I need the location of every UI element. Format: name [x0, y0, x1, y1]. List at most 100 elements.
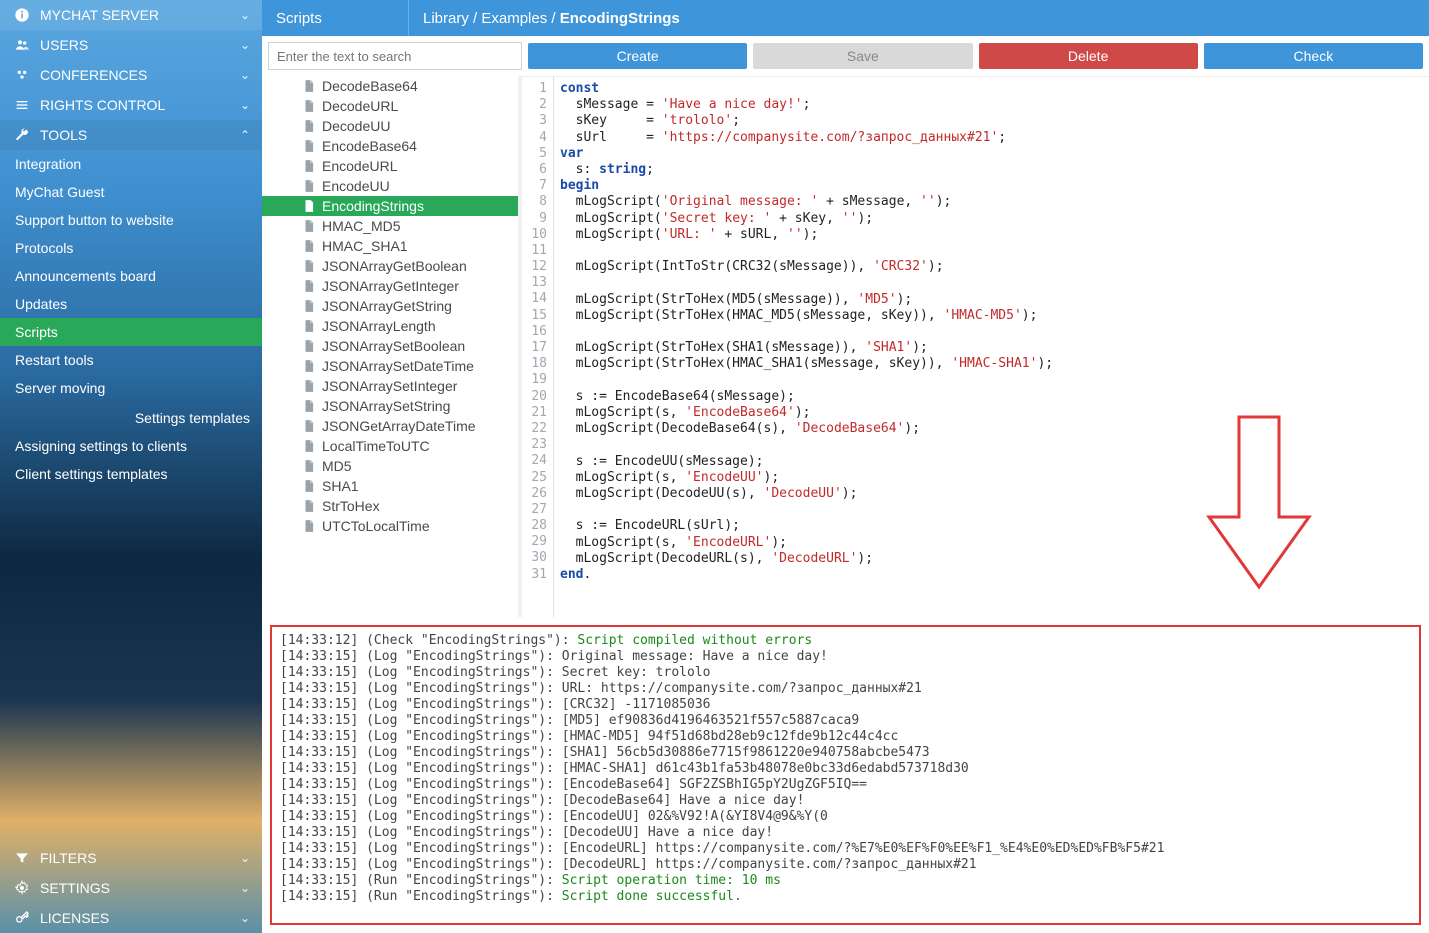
section-label: RIGHTS CONTROL [40, 97, 165, 113]
tree-item-jsonarraysetinteger[interactable]: JSONArraySetInteger [262, 376, 518, 396]
code-body[interactable]: const sMessage = 'Have a nice day!'; sKe… [554, 77, 1429, 617]
tree-item-label: JSONArraySetString [322, 398, 450, 414]
sidebar-item-support-button-to-website[interactable]: Support button to website [0, 206, 262, 234]
code-line: mLogScript(IntToStr(CRC32(sMessage)), 'C… [560, 259, 1423, 275]
tree-item-encodingstrings[interactable]: EncodingStrings [262, 196, 518, 216]
tree-item-encodeurl[interactable]: EncodeURL [262, 156, 518, 176]
sidebar-section-mychat-server[interactable]: MYCHAT SERVER⌄ [0, 0, 262, 30]
create-button[interactable]: Create [528, 43, 747, 69]
tree-item-utctolocaltime[interactable]: UTCToLocalTime [262, 516, 518, 536]
sidebar-section-filters[interactable]: FILTERS⌄ [0, 843, 262, 873]
file-icon [302, 218, 316, 234]
console-line: [14:33:15] (Log "EncodingStrings"): [HMA… [280, 761, 1411, 777]
file-icon [302, 178, 316, 194]
sidebar-item-assigning-settings-to-clients[interactable]: Assigning settings to clients [0, 432, 262, 460]
sidebar-section-tools[interactable]: TOOLS⌃ [0, 120, 262, 150]
delete-button[interactable]: Delete [979, 43, 1198, 69]
tree-item-label: EncodeURL [322, 158, 398, 174]
file-icon [302, 258, 316, 274]
sidebar: MYCHAT SERVER⌄USERS⌄CONFERENCES⌄RIGHTS C… [0, 0, 262, 933]
chevron-up-icon: ⌃ [240, 128, 250, 142]
file-icon [302, 338, 316, 354]
tree-item-label: SHA1 [322, 478, 359, 494]
code-line: mLogScript(StrToHex(MD5(sMessage)), 'MD5… [560, 292, 1423, 308]
tree-item-hmac_md5[interactable]: HMAC_MD5 [262, 216, 518, 236]
tree-item-decodeurl[interactable]: DecodeURL [262, 96, 518, 116]
tree-item-jsonarraysetboolean[interactable]: JSONArraySetBoolean [262, 336, 518, 356]
content-row: DecodeBase64DecodeURL DecodeUU EncodeBase6… [262, 76, 1429, 617]
tree-item-decodebase64[interactable]: DecodeBase64 [262, 76, 518, 96]
sidebar-section-users[interactable]: USERS⌄ [0, 30, 262, 60]
tree-item-jsonarraygetinteger[interactable]: JSONArrayGetInteger [262, 276, 518, 296]
tree-item-jsongetarraydatetime[interactable]: JSONGetArrayDateTime [262, 416, 518, 436]
topbar-tab-scripts[interactable]: Scripts [262, 0, 408, 36]
wrench-icon [12, 127, 32, 143]
gear-icon [12, 880, 32, 896]
code-line [560, 275, 1423, 291]
check-button[interactable]: Check [1204, 43, 1423, 69]
tree-item-jsonarraysetdatetime[interactable]: JSONArraySetDateTime [262, 356, 518, 376]
tree-item-hmac_sha1[interactable]: HMAC_SHA1 [262, 236, 518, 256]
search-input[interactable] [268, 42, 522, 70]
file-icon [302, 238, 316, 254]
code-line: mLogScript(DecodeBase64(s), 'DecodeBase6… [560, 421, 1423, 437]
sidebar-section-settings[interactable]: SETTINGS⌄ [0, 873, 262, 903]
script-tree[interactable]: DecodeBase64DecodeURL DecodeUU EncodeBase6… [262, 76, 522, 617]
tree-item-jsonarraygetstring[interactable]: JSONArrayGetString [262, 296, 518, 316]
tree-item-label: MD5 [322, 458, 352, 474]
section-label: MYCHAT SERVER [40, 7, 159, 23]
tree-item-jsonarraylength[interactable]: JSONArrayLength [262, 316, 518, 336]
sidebar-item-server-moving[interactable]: Server moving [0, 374, 262, 402]
console-line: [14:33:15] (Log "EncodingStrings"): [Dec… [280, 857, 1411, 873]
sidebar-item-mychat-guest[interactable]: MyChat Guest [0, 178, 262, 206]
tree-item-sha1[interactable]: SHA1 [262, 476, 518, 496]
tree-item-md5[interactable]: MD5 [262, 456, 518, 476]
console-line: [14:33:15] (Log "EncodingStrings"): [MD5… [280, 713, 1411, 729]
sidebar-item-updates[interactable]: Updates [0, 290, 262, 318]
tree-item-jsonarraysetstring[interactable]: JSONArraySetString [262, 396, 518, 416]
tree-item-strtohex[interactable]: StrToHex [262, 496, 518, 516]
sidebar-section-licenses[interactable]: LICENSES ⌄ [0, 903, 262, 933]
sidebar-item-integration[interactable]: Integration [0, 150, 262, 178]
toolbar: Create Save Delete Check [262, 36, 1429, 76]
code-editor[interactable]: 1234567891011121314151617181920212223242… [522, 76, 1429, 617]
sidebar-item-scripts[interactable]: Scripts [0, 318, 262, 346]
file-icon [302, 298, 316, 314]
console-line: [14:33:15] (Run "EncodingStrings"): Scri… [280, 889, 1411, 905]
topbar: Scripts Library / Examples / EncodingStr… [262, 0, 1429, 36]
code-line: s := EncodeUU(sMessage); [560, 454, 1423, 470]
tree-item-encodeuu[interactable]: EncodeUU [262, 176, 518, 196]
code-line: s: string; [560, 162, 1423, 178]
sidebar-item-restart-tools[interactable]: Restart tools [0, 346, 262, 374]
save-button[interactable]: Save [753, 43, 972, 69]
chevron-down-icon: ⌄ [240, 911, 250, 925]
console-line: [14:33:12] (Check "EncodingStrings"): Sc… [280, 633, 1411, 649]
tree-item-label: JSONArraySetDateTime [322, 358, 474, 374]
conf-icon [12, 67, 32, 83]
output-console[interactable]: [14:33:12] (Check "EncodingStrings"): Sc… [270, 625, 1421, 925]
tree-item-jsonarraygetboolean[interactable]: JSONArrayGetBoolean [262, 256, 518, 276]
sidebar-section-conferences[interactable]: CONFERENCES⌄ [0, 60, 262, 90]
file-icon [302, 458, 316, 474]
settings-templates-header: Settings templates [0, 402, 262, 432]
sidebar-item-announcements-board[interactable]: Announcements board [0, 262, 262, 290]
tree-item-encodebase64[interactable]: EncodeBase64 [262, 136, 518, 156]
sidebar-item-client-settings-templates[interactable]: Client settings templates [0, 460, 262, 488]
crumb-sep: / [469, 10, 482, 27]
code-line: mLogScript(StrToHex(HMAC_MD5(sMessage, s… [560, 308, 1423, 324]
tree-item-label: UTCToLocalTime [322, 518, 430, 534]
crumb-examples[interactable]: Examples [481, 10, 547, 27]
tree-item-label: DecodeUU [322, 118, 390, 134]
console-line: [14:33:15] (Run "EncodingStrings"): Scri… [280, 873, 1411, 889]
section-label: LICENSES [40, 910, 109, 926]
code-line [560, 324, 1423, 340]
sidebar-item-protocols[interactable]: Protocols [0, 234, 262, 262]
sidebar-section-rights-control[interactable]: RIGHTS CONTROL⌄ [0, 90, 262, 120]
crumb-library[interactable]: Library [423, 10, 469, 27]
tree-item-decodeuu[interactable]: DecodeUU [262, 116, 518, 136]
console-line: [14:33:15] (Log "EncodingStrings"): [Enc… [280, 777, 1411, 793]
tree-item-label: StrToHex [322, 498, 380, 514]
file-icon [302, 478, 316, 494]
tree-item-localtimetoutc[interactable]: LocalTimeToUTC [262, 436, 518, 456]
code-line [560, 437, 1423, 453]
